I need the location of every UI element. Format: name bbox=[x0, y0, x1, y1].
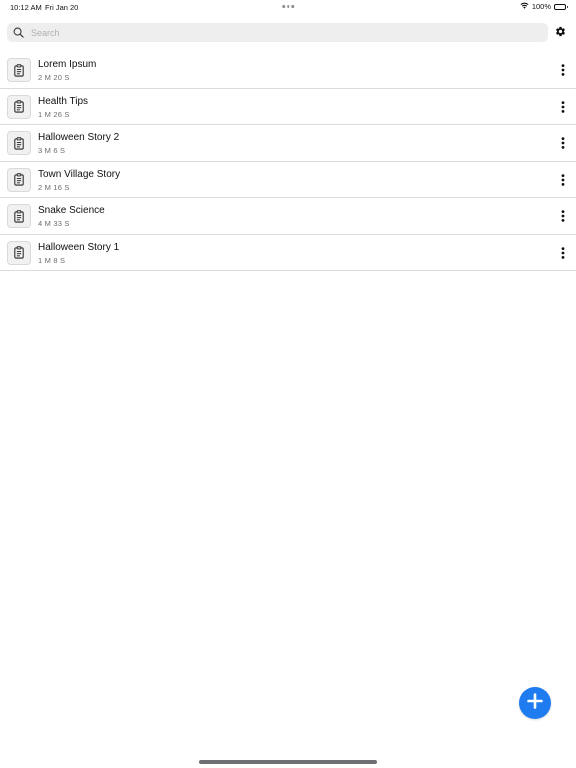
search-bar[interactable] bbox=[7, 23, 548, 42]
search-icon bbox=[13, 27, 24, 38]
clipboard-icon bbox=[7, 240, 31, 265]
item-duration: 3 M 6 S bbox=[38, 146, 66, 155]
item-title: Town Village Story bbox=[38, 168, 121, 180]
multitasking-dots[interactable] bbox=[282, 5, 294, 8]
recordings-list: Lorem Ipsum 2 M 20 S Health Tips 1 M 26 … bbox=[0, 52, 576, 271]
item-title: Halloween Story 1 bbox=[38, 241, 120, 253]
home-indicator[interactable] bbox=[199, 760, 377, 764]
status-time: 10:12 AM bbox=[10, 3, 42, 12]
clipboard-icon bbox=[7, 131, 31, 155]
list-item[interactable]: Halloween Story 1 1 M 8 S bbox=[0, 235, 576, 271]
screen: 10:12 AM Fri Jan 20 100% Search Lorem Ip… bbox=[0, 0, 576, 768]
list-item[interactable]: Lorem Ipsum 2 M 20 S bbox=[0, 52, 576, 89]
clipboard-icon bbox=[7, 94, 31, 119]
status-date: Fri Jan 20 bbox=[45, 3, 79, 12]
battery-icon bbox=[554, 3, 568, 10]
item-duration: 2 M 20 S bbox=[38, 73, 70, 82]
item-title: Snake Science bbox=[38, 205, 105, 216]
plus-icon bbox=[527, 692, 543, 714]
more-vertical-icon[interactable] bbox=[556, 171, 570, 189]
item-duration: 4 M 33 S bbox=[38, 219, 70, 228]
status-right: 100% bbox=[520, 2, 568, 11]
wifi-icon bbox=[520, 2, 529, 11]
add-button[interactable] bbox=[519, 687, 551, 719]
more-vertical-icon[interactable] bbox=[556, 134, 570, 152]
battery-percent: 100% bbox=[531, 2, 551, 11]
item-title: Health Tips bbox=[38, 95, 89, 107]
more-vertical-icon[interactable] bbox=[556, 61, 570, 79]
status-bar: 10:12 AM Fri Jan 20 100% bbox=[0, 0, 576, 14]
item-duration: 2 M 16 S bbox=[38, 182, 70, 192]
gear-icon bbox=[555, 24, 566, 42]
list-item[interactable]: Health Tips 1 M 26 S bbox=[0, 89, 576, 125]
list-item[interactable]: Snake Science 4 M 33 S bbox=[0, 198, 576, 235]
search-input[interactable] bbox=[29, 26, 548, 39]
item-duration: 1 M 8 S bbox=[38, 255, 66, 265]
list-item[interactable]: Halloween Story 2 3 M 6 S bbox=[0, 125, 576, 162]
clipboard-icon bbox=[7, 204, 31, 228]
clipboard-icon bbox=[7, 58, 31, 82]
clipboard-icon bbox=[7, 167, 31, 192]
settings-button[interactable] bbox=[553, 26, 567, 40]
more-vertical-icon[interactable] bbox=[556, 98, 570, 116]
more-vertical-icon[interactable] bbox=[556, 207, 570, 225]
more-vertical-icon[interactable] bbox=[556, 244, 570, 262]
list-item[interactable]: Town Village Story 2 M 16 S bbox=[0, 162, 576, 198]
item-title: Lorem Ipsum bbox=[38, 59, 97, 70]
item-duration: 1 M 26 S bbox=[38, 109, 70, 119]
item-title: Halloween Story 2 bbox=[38, 132, 120, 143]
